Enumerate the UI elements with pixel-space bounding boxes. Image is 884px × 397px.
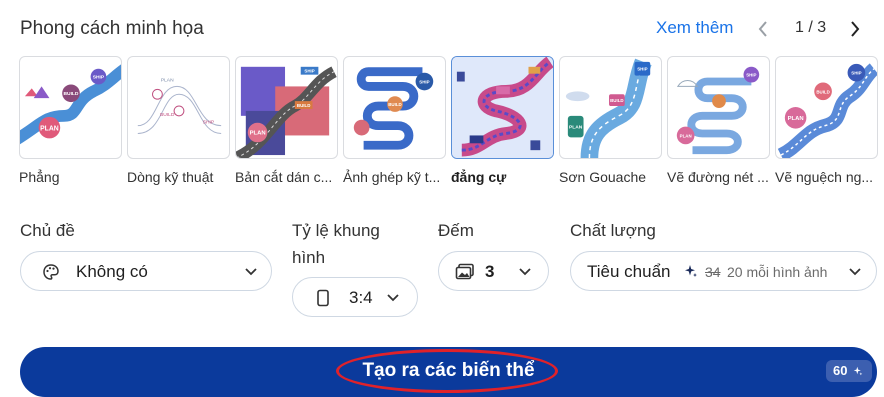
chevron-down-icon — [385, 290, 401, 306]
style-thumbnail: PLAN BUILD SHIP — [19, 56, 122, 159]
credit-badge: 60 — [826, 360, 872, 382]
svg-text:BUILD: BUILD — [388, 102, 401, 107]
generate-label: Tạo ra các biến thể — [362, 360, 535, 381]
topic-label: Chủ đề — [20, 221, 75, 240]
style-label: Bản cắt dán c... — [235, 169, 333, 185]
style-thumbnail: PLAN SHIP — [667, 56, 770, 159]
style-thumbnail: PLAN BUILD SHIP — [559, 56, 662, 159]
style-card-technical-line[interactable]: PLAN BUILD SHIP Dòng kỹ thuật — [127, 56, 230, 185]
chevron-left-icon[interactable] — [756, 18, 770, 46]
pager-indicator: 1 / 3 — [795, 19, 827, 36]
style-gallery: PLAN BUILD SHIP Phẳng PLAN BUILD SHIP Dò… — [0, 56, 884, 190]
aspect-dropdown[interactable]: 3:4 — [292, 277, 418, 317]
style-thumbnail: PLAN BUILD SHIP — [775, 56, 878, 159]
style-card-collage[interactable]: BUILD SHIP Ảnh ghép kỹ t... — [343, 56, 446, 185]
style-label: Phẳng — [19, 169, 60, 185]
quality-old-cost: 34 — [705, 264, 721, 280]
svg-text:PLAN: PLAN — [680, 133, 692, 138]
svg-text:PLAN: PLAN — [788, 116, 804, 122]
sparkle-icon — [853, 364, 863, 379]
svg-text:PLAN: PLAN — [569, 125, 583, 131]
style-card-gouache[interactable]: PLAN BUILD SHIP Sơn Gouache — [559, 56, 662, 185]
style-label: Vẽ đường nét ... — [667, 169, 769, 185]
style-label: Vẽ nguệch ng... — [775, 169, 874, 185]
style-card-flat[interactable]: PLAN BUILD SHIP Phẳng — [19, 56, 122, 185]
credit-count: 60 — [833, 363, 848, 378]
svg-text:BUILD: BUILD — [297, 103, 310, 108]
svg-text:PLAN: PLAN — [161, 78, 174, 84]
aspect-label: Tỷ lệ khung hình — [292, 219, 380, 270]
svg-text:SHIP: SHIP — [746, 73, 756, 78]
count-label: Đếm — [438, 221, 474, 240]
see-more-link[interactable]: Xem thêm — [656, 18, 733, 38]
aspect-label-line1: Tỷ lệ khung — [292, 221, 380, 240]
sparkle-icon — [684, 264, 698, 278]
svg-text:SHIP: SHIP — [304, 69, 314, 74]
section-title: Phong cách minh họa — [20, 18, 204, 39]
style-label: đẳng cự — [451, 169, 507, 185]
style-thumbnail: PLAN BUILD SHIP — [235, 56, 338, 159]
quality-cost: 20 mỗi hình ảnh — [727, 264, 828, 280]
chevron-down-icon — [517, 264, 533, 280]
svg-text:SHIP: SHIP — [419, 79, 429, 84]
style-card-cut-paper[interactable]: PLAN BUILD SHIP Bản cắt dán c... — [235, 56, 338, 185]
chevron-right-icon[interactable] — [848, 18, 862, 46]
svg-text:BUILD: BUILD — [160, 112, 175, 118]
style-thumbnail: PLAN BUILD SHIP — [127, 56, 230, 159]
style-label: Ảnh ghép kỹ t... — [343, 169, 441, 185]
style-card-line-drawing[interactable]: PLAN SHIP Vẽ đường nét ... — [667, 56, 770, 185]
generate-variations-button[interactable]: Tạo ra các biến thể 60 — [20, 347, 877, 397]
svg-text:SHIP: SHIP — [851, 71, 861, 76]
chevron-down-icon — [243, 264, 259, 280]
chevron-down-icon — [847, 264, 863, 280]
svg-text:BUILD: BUILD — [610, 98, 623, 103]
svg-text:PLAN: PLAN — [40, 126, 59, 133]
count-dropdown[interactable]: 3 — [438, 251, 549, 291]
svg-text:BUILD: BUILD — [816, 89, 829, 94]
style-thumbnail — [451, 56, 554, 159]
svg-text:PLAN: PLAN — [250, 130, 266, 136]
topic-dropdown[interactable]: Không có — [20, 251, 272, 291]
style-label: Sơn Gouache — [559, 169, 647, 185]
style-thumbnail: BUILD SHIP — [343, 56, 446, 159]
svg-text:SHIP: SHIP — [637, 67, 647, 72]
palette-icon — [42, 263, 60, 281]
topic-value: Không có — [76, 262, 148, 281]
quality-dropdown[interactable]: Tiêu chuẩn 34 20 mỗi hình ảnh — [570, 251, 877, 291]
style-card-isometric[interactable]: đẳng cự — [451, 56, 554, 185]
style-card-doodle[interactable]: PLAN BUILD SHIP Vẽ nguệch ng... — [775, 56, 878, 185]
aspect-label-line2: hình — [292, 248, 326, 267]
svg-text:SHIP: SHIP — [93, 75, 105, 81]
quality-label: Chất lượng — [570, 221, 656, 240]
style-section-header: Phong cách minh họa Xem thêm 1 / 3 — [0, 0, 884, 56]
svg-text:BUILD: BUILD — [64, 91, 79, 97]
quality-value: Tiêu chuẩn — [587, 262, 671, 281]
count-value: 3 — [485, 262, 495, 281]
svg-text:SHIP: SHIP — [203, 120, 214, 126]
image-stack-icon — [455, 263, 474, 281]
aspect-value: 3:4 — [349, 288, 373, 307]
style-label: Dòng kỹ thuật — [127, 169, 214, 185]
portrait-frame-icon — [316, 289, 334, 307]
